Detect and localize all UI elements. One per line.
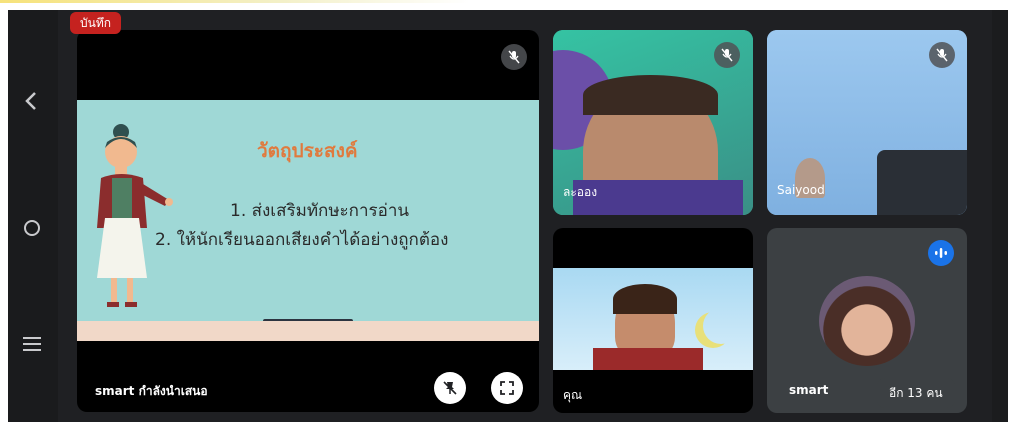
- fullscreen-button[interactable]: [491, 372, 523, 404]
- home-button[interactable]: [22, 218, 42, 244]
- participant-name: Saiyood: [777, 183, 825, 197]
- slide-title: วัตถุประสงค์: [257, 140, 358, 162]
- participant-mic-status: [714, 42, 740, 68]
- mic-off-icon: [508, 50, 520, 64]
- teacher-illustration: [97, 124, 173, 307]
- slide-line-2: 2. ให้นักเรียนออกเสียงคำได้อย่างถูกต้อง: [155, 230, 449, 250]
- unpin-icon: [443, 381, 457, 395]
- fullscreen-icon: [500, 381, 514, 395]
- chevron-left-icon: [25, 92, 36, 110]
- circle-home-icon: [24, 220, 40, 236]
- nav-bar: [8, 10, 58, 422]
- top-strip: [0, 0, 1019, 10]
- slide-footer-band: [77, 321, 539, 341]
- mic-off-icon: [936, 48, 948, 62]
- participant-name: คุณ: [563, 388, 583, 402]
- participant-tile[interactable]: ละออง: [553, 30, 753, 215]
- back-button[interactable]: [24, 90, 38, 118]
- participant-avatar: [819, 276, 915, 366]
- self-video: [553, 268, 753, 370]
- participant-tile[interactable]: Saiyood: [767, 30, 967, 215]
- video-dark-object: [877, 150, 967, 215]
- participant-mic-status: [929, 42, 955, 68]
- mic-off-icon: [721, 48, 733, 62]
- audio-level-icon: [935, 248, 947, 258]
- participant-tile[interactable]: smart อีก 13 คน: [767, 228, 967, 413]
- participant-shirt: [573, 180, 743, 215]
- presentation-tile[interactable]: วัตถุประสงค์ 1. ส่งเสริมทักษะการอ่าน 2. …: [77, 30, 539, 412]
- right-edge: [992, 10, 1008, 422]
- self-tile[interactable]: คุณ: [553, 228, 753, 413]
- participant-name: smart: [789, 383, 829, 397]
- self-video-hair: [613, 284, 677, 314]
- participant-hair: [583, 75, 718, 115]
- presenter-label: smart กำลังนำเสนอ: [95, 384, 208, 398]
- participant-name: ละออง: [563, 185, 598, 199]
- hamburger-menu-icon: [23, 337, 41, 351]
- slide-line-1: 1. ส่งเสริมทักษะการอ่าน: [230, 201, 410, 221]
- presentation-mic-status: [501, 44, 527, 70]
- participant-audio-indicator: [928, 240, 954, 266]
- shared-slide: วัตถุประสงค์ 1. ส่งเสริมทักษะการอ่าน 2. …: [77, 100, 539, 341]
- self-video-shirt: [593, 348, 703, 370]
- menu-button[interactable]: [22, 335, 42, 359]
- more-participants-button[interactable]: อีก 13 คน: [877, 378, 955, 408]
- unpin-button[interactable]: [434, 372, 466, 404]
- recording-badge: บันทึก: [70, 12, 121, 34]
- self-video-moon: [703, 308, 739, 344]
